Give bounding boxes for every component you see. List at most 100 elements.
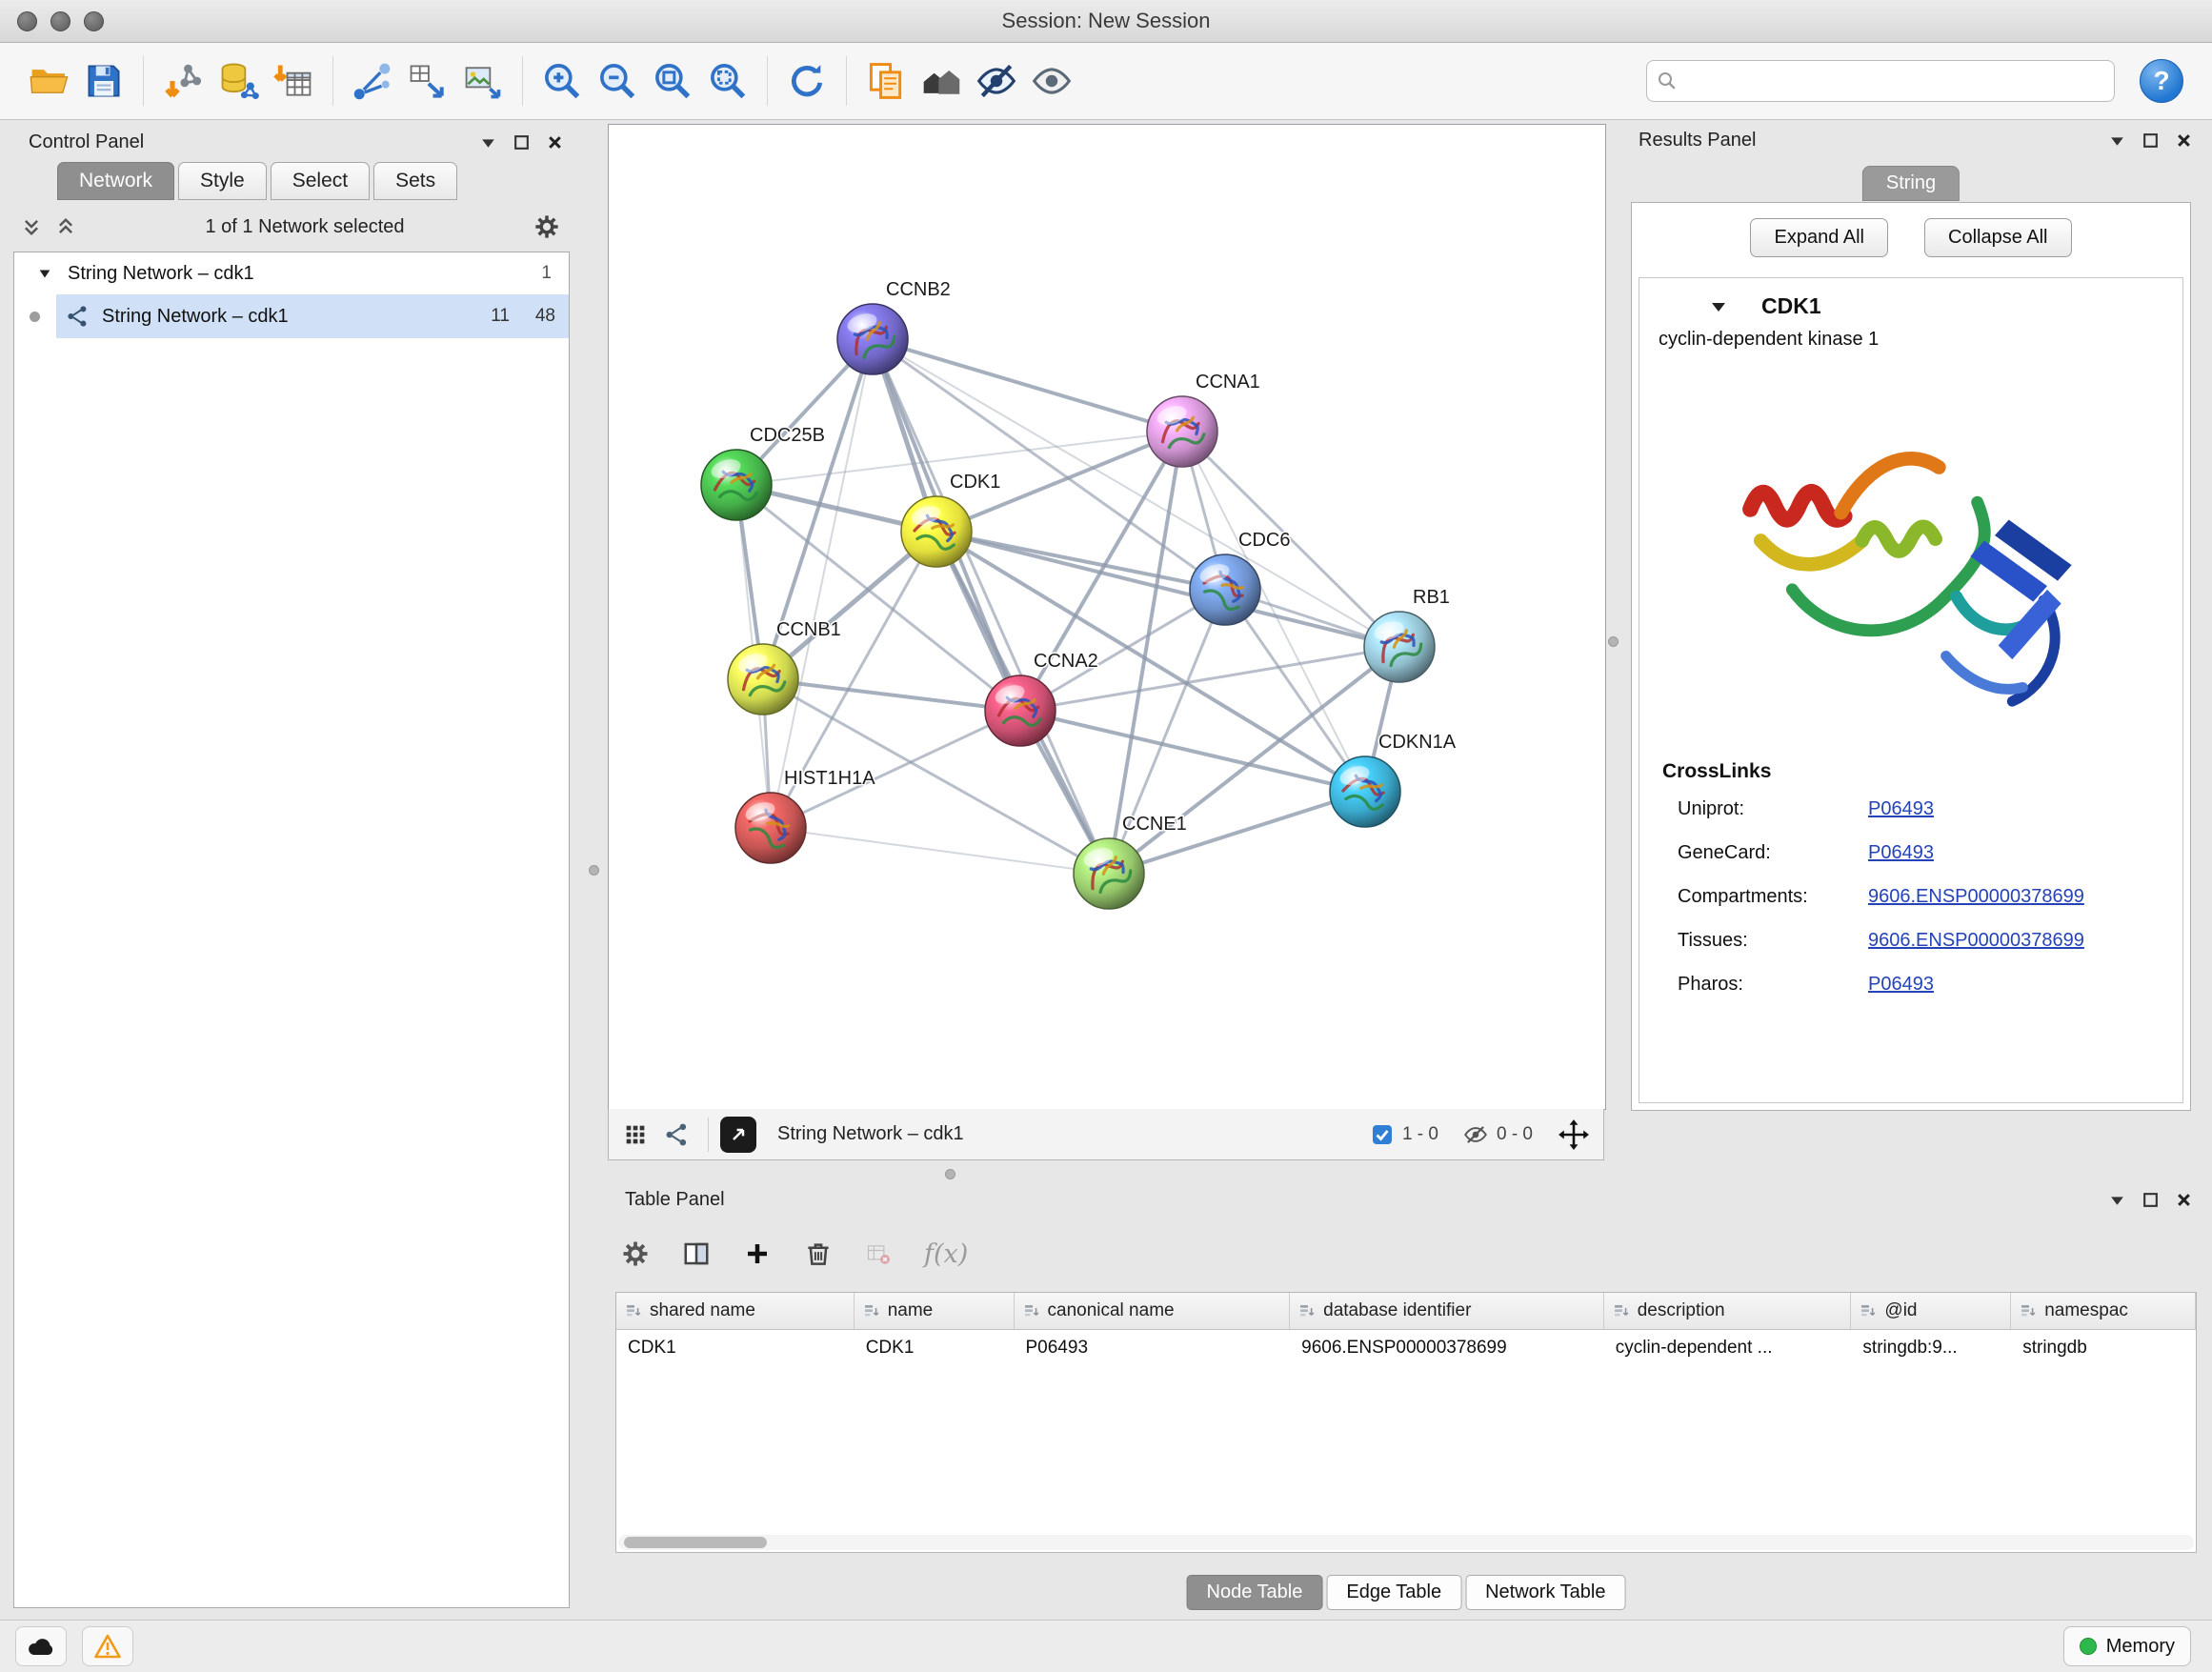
import-table-button[interactable] bbox=[266, 51, 321, 111]
save-session-button[interactable] bbox=[76, 51, 131, 111]
network-node-HIST1H1A[interactable]: HIST1H1A bbox=[735, 768, 875, 863]
network-node-CDC6[interactable]: CDC6 bbox=[1190, 530, 1290, 625]
tab-style[interactable]: Style bbox=[178, 162, 267, 200]
horizontal-splitter-grip[interactable] bbox=[945, 1169, 955, 1179]
table-cell[interactable]: CDK1 bbox=[616, 1330, 855, 1366]
column-header-namespac[interactable]: namespac bbox=[2011, 1293, 2196, 1329]
export-image-button[interactable] bbox=[455, 51, 511, 111]
column-header-canonical-name[interactable]: canonical name bbox=[1015, 1293, 1291, 1329]
network-overview-button[interactable] bbox=[664, 1121, 691, 1148]
home-button[interactable] bbox=[914, 51, 969, 111]
function-builder-button[interactable]: f(x) bbox=[924, 1239, 968, 1269]
network-edge-CCNB2-RB1[interactable] bbox=[873, 339, 1399, 647]
show-columns-button[interactable] bbox=[682, 1239, 711, 1268]
network-canvas-svg[interactable]: CCNB2CCNA1CDC25BCDK1CDC6RB1CCNB1CCNA2CDK… bbox=[609, 125, 1605, 1109]
apply-layout-button[interactable] bbox=[779, 51, 835, 111]
delete-column-button[interactable] bbox=[804, 1239, 833, 1268]
zoom-selected-button[interactable] bbox=[700, 51, 755, 111]
network-node-CCNB1[interactable]: CCNB1 bbox=[728, 619, 841, 715]
grid-mode-button[interactable] bbox=[622, 1121, 649, 1148]
tab-node-table[interactable]: Node Table bbox=[1187, 1575, 1323, 1610]
network-options-gear-icon[interactable] bbox=[533, 213, 560, 240]
network-canvas[interactable]: CCNB2CCNA1CDC25BCDK1CDC6RB1CCNB1CCNA2CDK… bbox=[608, 124, 1606, 1110]
network-node-CCNB2[interactable]: CCNB2 bbox=[837, 279, 951, 374]
vertical-splitter-grip[interactable] bbox=[589, 865, 599, 876]
table-settings-button[interactable] bbox=[621, 1239, 650, 1268]
network-edge-CCNB2-HIST1H1A[interactable] bbox=[771, 339, 873, 828]
create-column-button[interactable] bbox=[743, 1239, 772, 1268]
tab-sets[interactable]: Sets bbox=[373, 162, 457, 200]
collapse-all-icon[interactable] bbox=[21, 216, 42, 237]
network-edge-CCNB2-CCNA1[interactable] bbox=[873, 339, 1182, 432]
documents-button[interactable] bbox=[858, 51, 914, 111]
hidden-eye-slash-icon[interactable] bbox=[1463, 1122, 1488, 1147]
network-edge-CCNA2-CDKN1A[interactable] bbox=[1020, 711, 1365, 792]
hide-selected-button[interactable] bbox=[969, 51, 1024, 111]
close-panel-icon[interactable] bbox=[546, 133, 564, 151]
open-session-button[interactable] bbox=[21, 51, 76, 111]
maximize-panel-icon[interactable] bbox=[2142, 131, 2160, 150]
crosslink-value-link[interactable]: P06493 bbox=[1868, 974, 1934, 996]
maximize-panel-icon[interactable] bbox=[513, 133, 531, 151]
table-cell[interactable]: stringdb:9... bbox=[1851, 1330, 2011, 1366]
new-network-from-selection-button[interactable] bbox=[400, 51, 455, 111]
tab-edge-table[interactable]: Edge Table bbox=[1326, 1575, 1461, 1610]
table-cell[interactable]: cyclin-dependent ... bbox=[1604, 1330, 1852, 1366]
collapse-all-button[interactable]: Collapse All bbox=[1924, 218, 2072, 257]
table-cell[interactable]: stringdb bbox=[2011, 1330, 2196, 1366]
help-button[interactable]: ? bbox=[2140, 59, 2183, 103]
column-header-name[interactable]: name bbox=[855, 1293, 1015, 1329]
pan-crosshair-button[interactable] bbox=[1558, 1118, 1590, 1151]
crosslink-value-link[interactable]: 9606.ENSP00000378699 bbox=[1868, 886, 2084, 908]
float-panel-icon[interactable] bbox=[2108, 131, 2126, 150]
detach-view-button[interactable] bbox=[720, 1117, 756, 1153]
show-all-button[interactable] bbox=[1024, 51, 1079, 111]
network-node-CCNA1[interactable]: CCNA1 bbox=[1147, 372, 1260, 467]
import-network-file-button[interactable] bbox=[155, 51, 211, 111]
float-panel-icon[interactable] bbox=[479, 133, 497, 151]
first-neighbors-button[interactable] bbox=[345, 51, 400, 111]
collection-expander-icon[interactable] bbox=[37, 266, 52, 281]
crosslink-value-link[interactable]: P06493 bbox=[1868, 798, 1934, 820]
expand-all-icon[interactable] bbox=[55, 216, 76, 237]
network-node-CDKN1A[interactable]: CDKN1A bbox=[1330, 732, 1457, 827]
selected-checkbox-icon[interactable] bbox=[1371, 1123, 1394, 1146]
network-collection-row[interactable]: String Network – cdk1 1 bbox=[14, 252, 569, 294]
table-cell[interactable]: 9606.ENSP00000378699 bbox=[1290, 1330, 1604, 1366]
column-header-database-identifier[interactable]: database identifier bbox=[1290, 1293, 1604, 1329]
network-node-CDK1[interactable]: CDK1 bbox=[901, 472, 1000, 567]
maximize-panel-icon[interactable] bbox=[2142, 1191, 2160, 1209]
crosslink-value-link[interactable]: 9606.ENSP00000378699 bbox=[1868, 930, 2084, 952]
network-edge-CCNB1-CCNA2[interactable] bbox=[763, 679, 1020, 711]
network-node-RB1[interactable]: RB1 bbox=[1364, 587, 1450, 682]
warnings-button[interactable] bbox=[82, 1626, 133, 1666]
tab-network[interactable]: Network bbox=[57, 162, 174, 200]
import-network-database-button[interactable] bbox=[211, 51, 266, 111]
scrollbar-thumb[interactable] bbox=[624, 1537, 767, 1548]
cloud-status-button[interactable] bbox=[15, 1626, 67, 1666]
network-node-CDC25B[interactable]: CDC25B bbox=[701, 425, 825, 520]
network-node-CCNE1[interactable]: CCNE1 bbox=[1074, 814, 1187, 909]
column-header-description[interactable]: description bbox=[1604, 1293, 1852, 1329]
close-panel-icon[interactable] bbox=[2175, 1191, 2193, 1209]
zoom-out-button[interactable] bbox=[590, 51, 645, 111]
network-edge-CCNB2-CCNE1[interactable] bbox=[873, 339, 1109, 874]
table-row[interactable]: CDK1CDK1P064939606.ENSP00000378699cyclin… bbox=[616, 1330, 2196, 1366]
close-panel-icon[interactable] bbox=[2175, 131, 2193, 150]
tab-select[interactable]: Select bbox=[271, 162, 370, 200]
tab-network-table[interactable]: Network Table bbox=[1465, 1575, 1625, 1610]
crosslink-value-link[interactable]: P06493 bbox=[1868, 842, 1934, 864]
float-panel-icon[interactable] bbox=[2108, 1191, 2126, 1209]
memory-button[interactable]: Memory bbox=[2063, 1626, 2191, 1666]
network-edge-CCNE1-HIST1H1A[interactable] bbox=[771, 828, 1109, 874]
table-cell[interactable]: CDK1 bbox=[855, 1330, 1015, 1366]
zoom-fit-button[interactable] bbox=[645, 51, 700, 111]
search-input[interactable] bbox=[1685, 70, 2104, 93]
zoom-in-button[interactable] bbox=[534, 51, 590, 111]
table-cell[interactable]: P06493 bbox=[1015, 1330, 1291, 1366]
network-row[interactable]: String Network – cdk1 11 48 bbox=[56, 294, 569, 338]
column-header--id[interactable]: @id bbox=[1851, 1293, 2011, 1329]
gene-expander-icon[interactable] bbox=[1710, 298, 1727, 315]
clear-table-button[interactable] bbox=[865, 1240, 892, 1267]
tab-string[interactable]: String bbox=[1862, 166, 1960, 201]
